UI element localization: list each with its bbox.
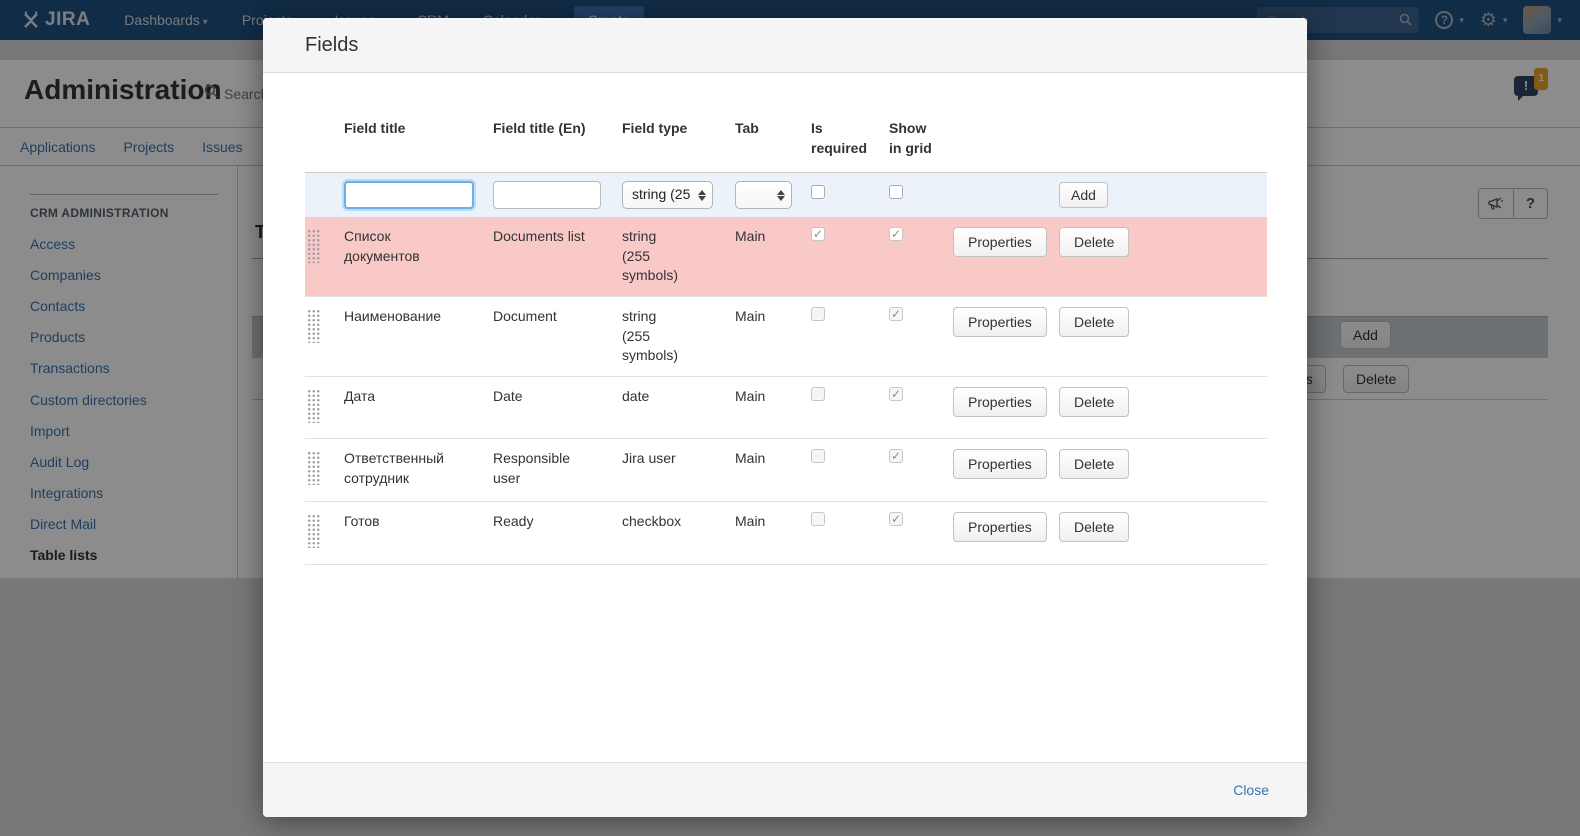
field-tab-cell: Main xyxy=(733,296,809,376)
field-title-cell: Ответственный сотрудник xyxy=(342,439,491,502)
field-title-cell: Наименование xyxy=(342,296,491,376)
field-row-responsible-user: Ответственный сотрудник Responsible user… xyxy=(305,439,1267,502)
tab-select[interactable] xyxy=(735,181,792,209)
col-header-is-required: Is required xyxy=(809,109,887,173)
delete-button[interactable]: Delete xyxy=(1059,449,1129,479)
dialog-title: Fields xyxy=(305,34,358,57)
fields-table-header-row: Field title Field title (En) Field type … xyxy=(305,109,1267,173)
field-type-cell: string (255 symbols) xyxy=(622,307,688,366)
new-show-in-grid-checkbox[interactable] xyxy=(889,185,903,199)
show-in-grid-checkbox xyxy=(889,227,903,241)
field-title-en-cell: Documents list xyxy=(493,227,585,247)
field-title-en-cell: Responsible user xyxy=(493,449,585,488)
properties-button[interactable]: Properties xyxy=(953,512,1047,542)
field-title-en-cell: Document xyxy=(493,307,585,327)
is-required-checkbox xyxy=(811,227,825,241)
close-dialog-link[interactable]: Close xyxy=(1233,782,1269,798)
field-type-cell: Jira user xyxy=(622,449,688,469)
add-field-button[interactable]: Add xyxy=(1059,182,1108,208)
field-title-en-cell: Date xyxy=(493,387,585,407)
drag-handle-icon[interactable] xyxy=(307,514,320,548)
fields-table: Field title Field title (En) Field type … xyxy=(305,109,1267,565)
fields-dialog-header: Fields xyxy=(263,18,1307,73)
is-required-checkbox xyxy=(811,387,825,401)
properties-button[interactable]: Properties xyxy=(953,449,1047,479)
drag-handle-icon[interactable] xyxy=(307,451,320,485)
field-title-cell: Дата xyxy=(342,376,491,439)
drag-handle-icon[interactable] xyxy=(307,389,320,423)
properties-button[interactable]: Properties xyxy=(953,387,1047,417)
col-header-field-title: Field title xyxy=(342,109,491,173)
fields-dialog-footer: Close xyxy=(263,762,1307,817)
field-type-cell: checkbox xyxy=(622,512,688,532)
is-required-checkbox xyxy=(811,512,825,526)
field-row-document: Наименование Document string (255 symbol… xyxy=(305,296,1267,376)
col-header-tab: Tab xyxy=(733,109,809,173)
field-type-select[interactable]: string (255 xyxy=(622,181,713,209)
fields-dialog-body: Field title Field title (En) Field type … xyxy=(263,73,1307,762)
col-header-show-in-grid: Show in grid xyxy=(887,109,951,173)
new-field-title-en-input[interactable] xyxy=(493,181,601,209)
drag-handle-icon[interactable] xyxy=(307,309,320,343)
new-is-required-checkbox[interactable] xyxy=(811,185,825,199)
col-header-field-title-en: Field title (En) xyxy=(491,109,620,173)
field-title-en-cell: Ready xyxy=(493,512,585,532)
drag-handle-icon[interactable] xyxy=(307,229,320,263)
show-in-grid-checkbox xyxy=(889,449,903,463)
new-field-row: string (255 Add xyxy=(305,173,1267,218)
field-tab-cell: Main xyxy=(733,217,809,296)
is-required-checkbox xyxy=(811,449,825,463)
field-type-cell: date xyxy=(622,387,688,407)
select-stepper-icon xyxy=(698,190,706,201)
jira-admin-page: JIRA Dashboards▾ Projects▾ Issues▾ CRM C… xyxy=(0,0,1580,836)
field-title-cell: Список документов xyxy=(342,217,491,296)
field-row-date: Дата Date date Main Properties Delete xyxy=(305,376,1267,439)
show-in-grid-checkbox xyxy=(889,307,903,321)
field-tab-cell: Main xyxy=(733,439,809,502)
fields-dialog: Fields Field title Field title (En) Fiel… xyxy=(263,18,1307,817)
field-tab-cell: Main xyxy=(733,376,809,439)
new-field-title-input[interactable] xyxy=(344,181,474,209)
field-row-ready: Готов Ready checkbox Main Properties Del… xyxy=(305,501,1267,564)
field-tab-cell: Main xyxy=(733,501,809,564)
is-required-checkbox xyxy=(811,307,825,321)
field-row-documents-list: Список документов Documents list string … xyxy=(305,217,1267,296)
field-title-cell: Готов xyxy=(342,501,491,564)
show-in-grid-checkbox xyxy=(889,387,903,401)
properties-button[interactable]: Properties xyxy=(953,307,1047,337)
properties-button[interactable]: Properties xyxy=(953,227,1047,257)
delete-button[interactable]: Delete xyxy=(1059,307,1129,337)
delete-button[interactable]: Delete xyxy=(1059,512,1129,542)
delete-button[interactable]: Delete xyxy=(1059,227,1129,257)
field-type-cell: string (255 symbols) xyxy=(622,227,688,286)
col-header-field-type: Field type xyxy=(620,109,733,173)
delete-button[interactable]: Delete xyxy=(1059,387,1129,417)
show-in-grid-checkbox xyxy=(889,512,903,526)
select-stepper-icon xyxy=(777,190,785,201)
